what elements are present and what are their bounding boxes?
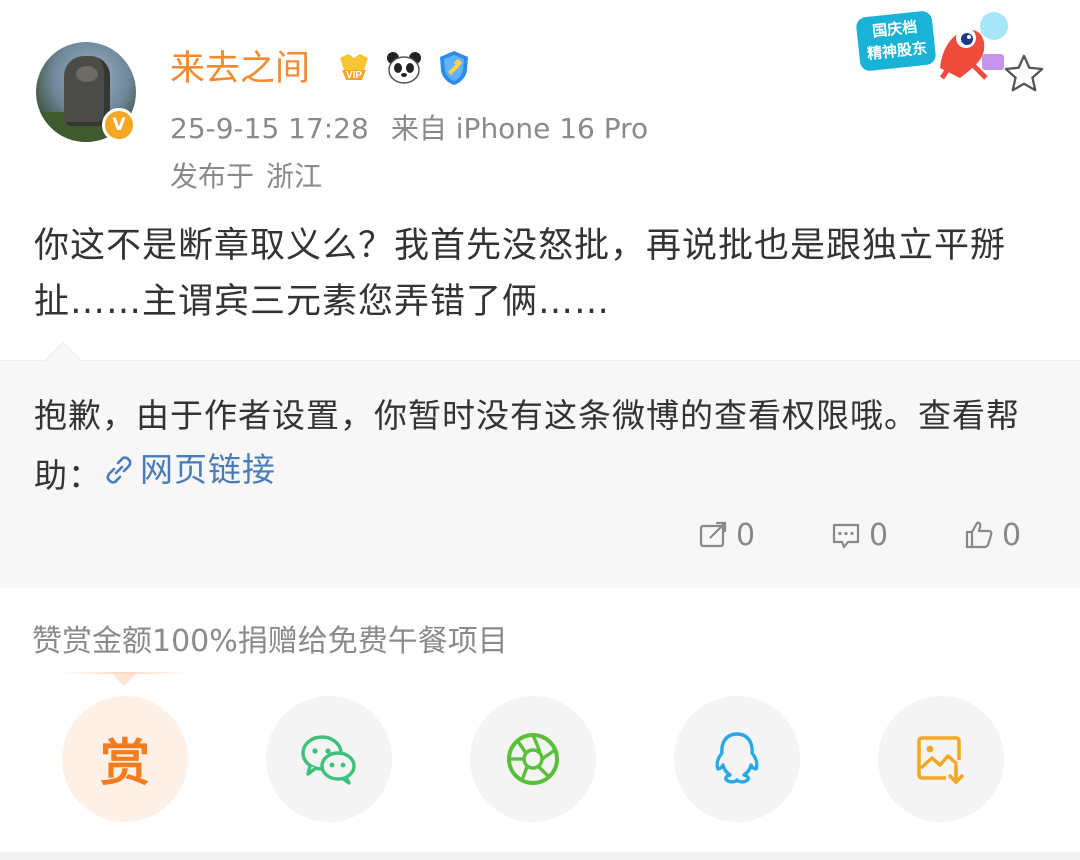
promo-tag-text: 国庆档 精神股东: [866, 17, 928, 64]
web-link[interactable]: 网页链接: [102, 443, 276, 497]
link-icon: [106, 456, 132, 484]
shield-badge-icon[interactable]: [434, 48, 474, 88]
star-icon: [1004, 54, 1044, 92]
svg-text:VIP: VIP: [346, 70, 362, 81]
post-source: 来自 iPhone 16 Pro: [390, 112, 649, 145]
post-meta: 25-9-15 17:28 来自 iPhone 16 Pro: [170, 110, 648, 148]
share-row: 赏: [62, 696, 1004, 822]
reward-label: 赏: [100, 734, 150, 792]
post-text: 你这不是断章取义么？我首先没怒批，再说批也是跟独立平掰扯……主谓宾三元素您弄错了…: [34, 226, 1007, 322]
reward-caret: [112, 674, 136, 686]
restricted-retweet-box: 抱歉，由于作者设置，你暂时没有这条微博的查看权限哦。查看帮助：网页链接 0 0: [0, 341, 1080, 588]
share-qq-button[interactable]: [674, 696, 800, 822]
weibo-post-page: V 来去之间 VIP 25-9-15 17:28 来自 iPhone 16 Pr…: [0, 0, 1080, 860]
repost-button[interactable]: 0: [690, 511, 823, 559]
action-bar: 0 0 0: [690, 511, 1080, 559]
web-link-text: 网页链接: [140, 450, 276, 489]
repost-count: 0: [736, 517, 756, 553]
user-badges: VIP: [334, 48, 474, 88]
save-image-icon: [917, 736, 964, 784]
save-image-button[interactable]: [878, 696, 1004, 822]
post-location: 发布于 浙江: [170, 158, 322, 196]
qq-penguin-icon: [715, 732, 759, 784]
box-pointer: [44, 341, 82, 379]
promo-tag: 国庆档 精神股东: [855, 10, 937, 72]
location-label: 发布于: [170, 160, 255, 193]
post-timestamp: 25-9-15 17:28: [170, 112, 369, 145]
moments-aperture-icon: [507, 733, 559, 785]
repost-icon: [699, 521, 727, 548]
panda-badge-icon[interactable]: [384, 48, 424, 88]
verified-badge-icon: V: [102, 108, 136, 142]
avatar-robot-figure: [64, 56, 110, 126]
reward-button[interactable]: 赏: [62, 696, 188, 822]
share-wechat-button[interactable]: [266, 696, 392, 822]
vip-badge-icon[interactable]: VIP: [334, 48, 374, 88]
wechat-icon: [301, 735, 356, 785]
share-moments-button[interactable]: [470, 696, 596, 822]
location-value: 浙江: [266, 160, 323, 193]
comment-icon: [832, 523, 860, 549]
like-count: 0: [1002, 517, 1022, 553]
like-button[interactable]: 0: [956, 511, 1080, 559]
comment-count: 0: [869, 517, 889, 553]
thumbs-up-icon: [965, 521, 993, 549]
restricted-message: 抱歉，由于作者设置，你暂时没有这条微博的查看权限哦。查看帮助： 网页链接: [34, 389, 1054, 503]
mascot-icon: [939, 12, 1008, 80]
bottom-divider: [0, 852, 1080, 860]
reward-note: 赞赏金额100%捐赠给免费午餐项目: [32, 624, 508, 659]
promo-sticker[interactable]: 国庆档 精神股东: [852, 4, 1012, 88]
username[interactable]: 来去之间: [170, 46, 310, 92]
favorite-star-button[interactable]: [1000, 50, 1048, 98]
comment-button[interactable]: 0: [823, 511, 956, 559]
